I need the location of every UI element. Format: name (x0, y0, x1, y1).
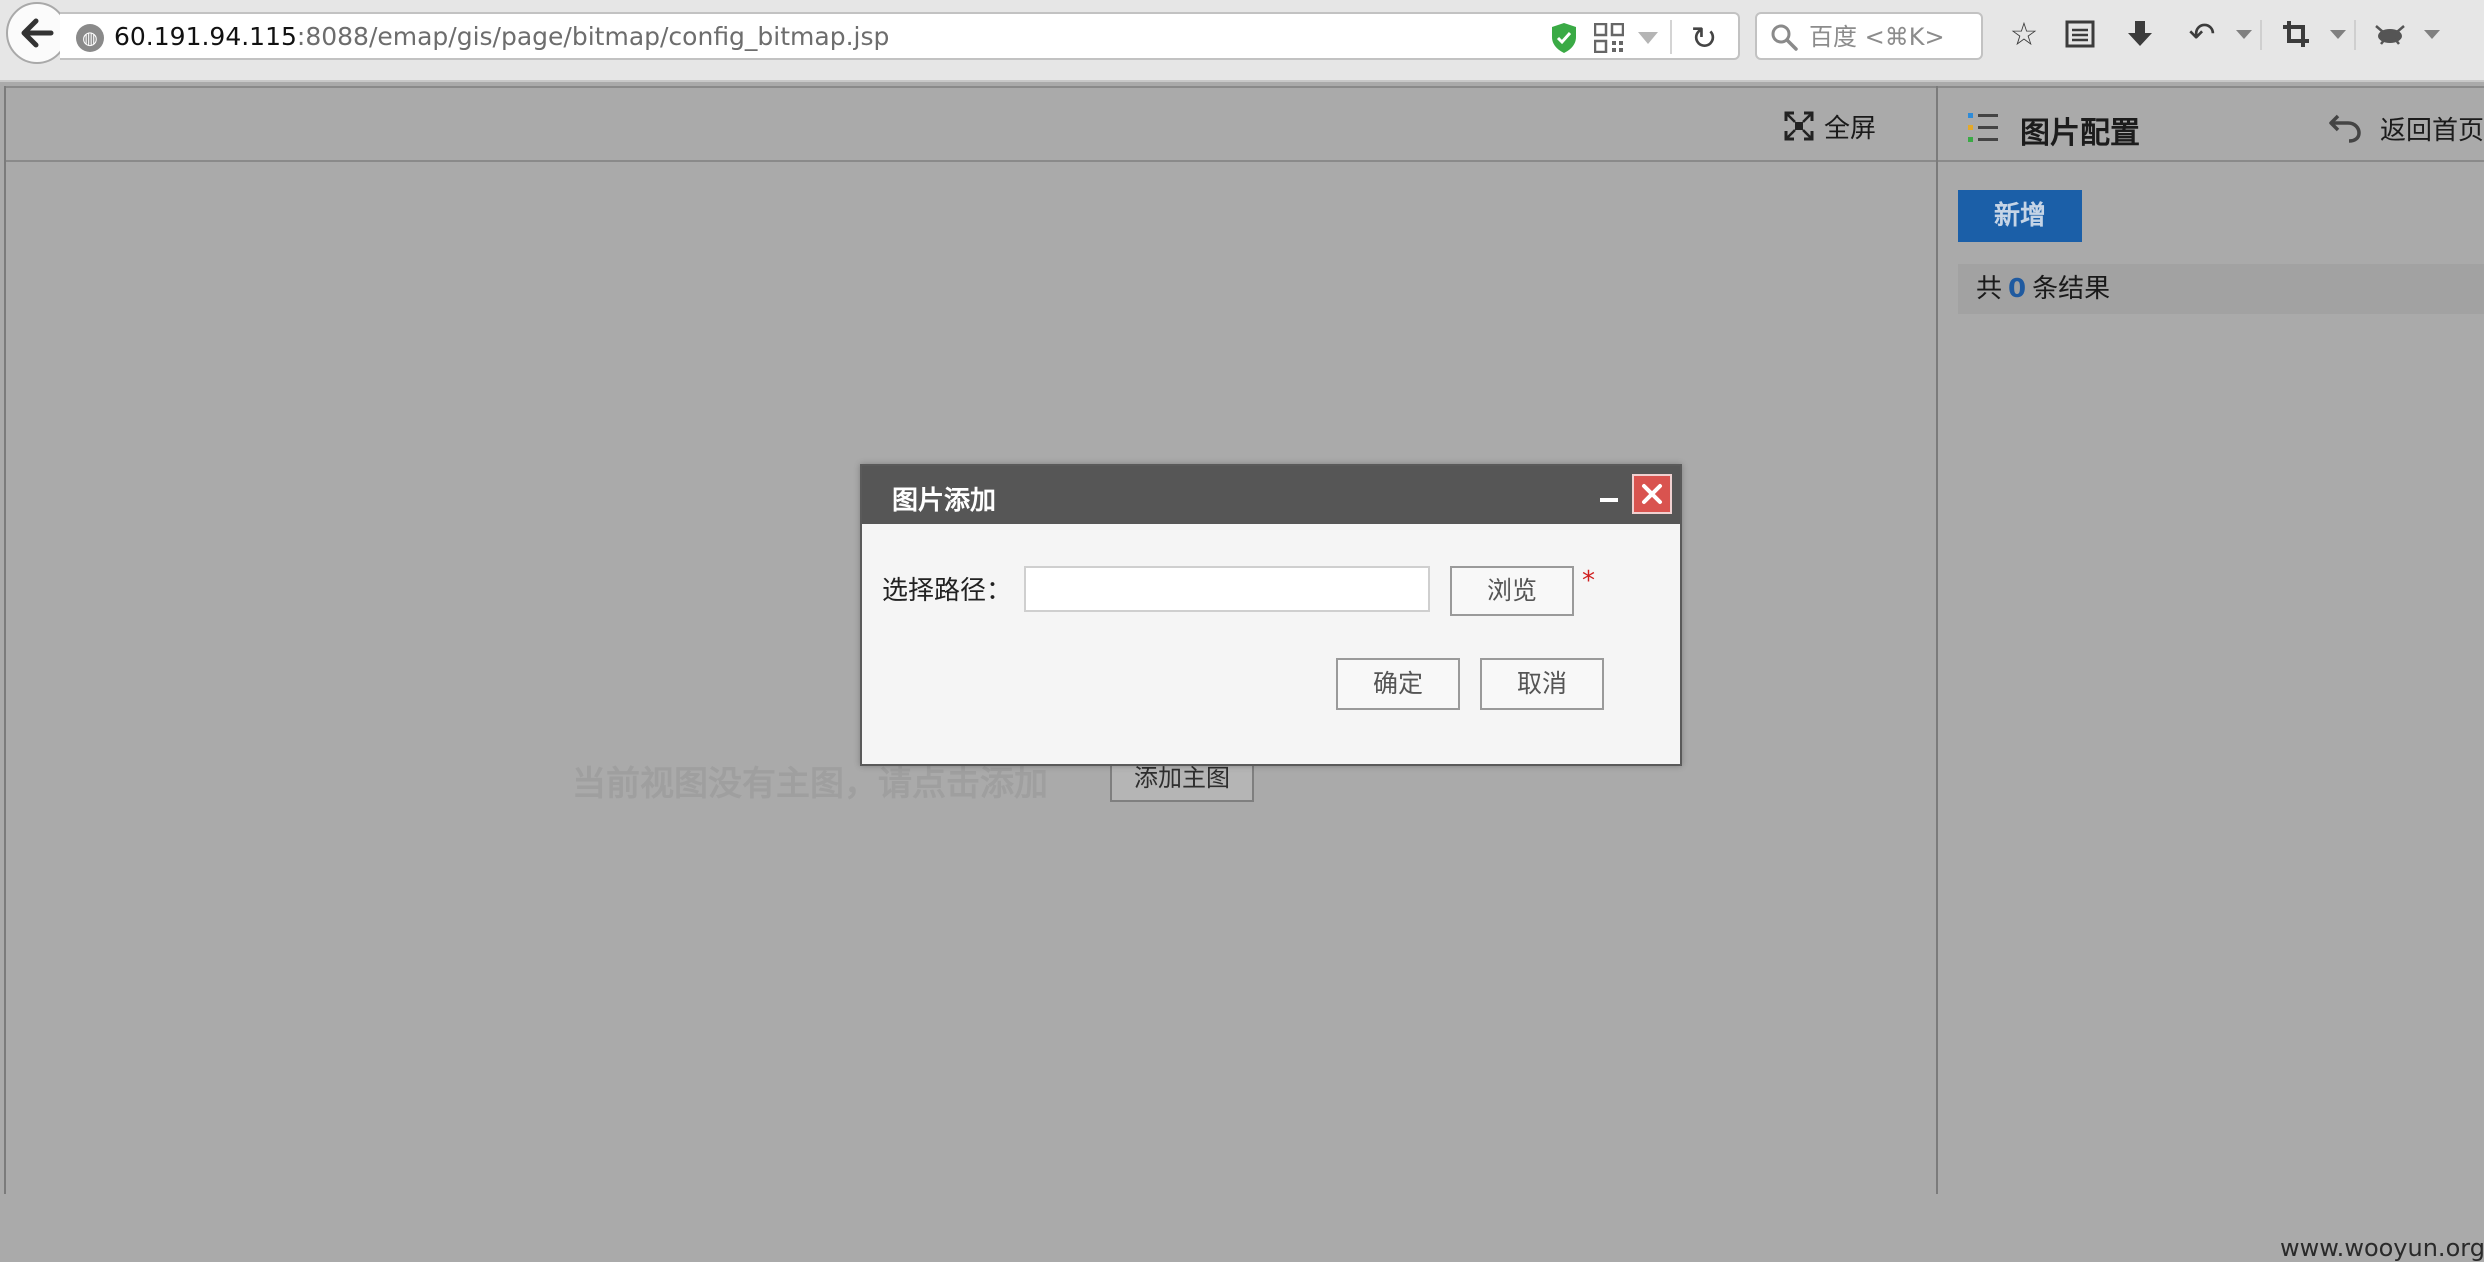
url-dropdown-icon[interactable] (1638, 32, 1658, 44)
panel-title: 图片配置 (2020, 116, 2140, 151)
fullscreen-icon (1784, 111, 1814, 141)
watermark: www.wooyun.org (2280, 1234, 2484, 1262)
extension-dropdown-icon[interactable] (2424, 30, 2440, 39)
result-count: 0 (2008, 274, 2027, 304)
back-home-label: 返回首页 (2380, 115, 2484, 146)
path-label: 选择路径： (882, 576, 1013, 606)
crop-icon[interactable] (2276, 14, 2316, 54)
reading-list-icon[interactable] (2060, 14, 2100, 54)
return-icon (2329, 114, 2361, 143)
qr-code-icon[interactable] (1594, 23, 1624, 53)
browse-button[interactable]: 浏览 (1450, 566, 1574, 616)
globe-icon: ◍ (76, 24, 104, 52)
result-suffix: 条结果 (2032, 274, 2111, 304)
side-panel: 图片配置 返回首页 新增 共 0 条结果 (1938, 86, 2484, 1194)
download-icon[interactable] (2120, 14, 2160, 54)
confirm-button[interactable]: 确定 (1336, 658, 1460, 710)
undo-history-icon[interactable]: ↶ (2182, 14, 2222, 54)
divider (2260, 20, 2262, 50)
history-dropdown-icon[interactable] (2236, 30, 2252, 39)
browser-toolbar: ◍ 60.191.94.115:8088/emap/gis/page/bitma… (0, 0, 2484, 82)
url-path: :8088/emap/gis/page/bitmap/config_bitmap… (296, 22, 890, 51)
result-summary: 共 0 条结果 (1958, 264, 2484, 314)
add-button[interactable]: 新增 (1958, 190, 2082, 242)
url-text[interactable]: 60.191.94.115:8088/emap/gis/page/bitmap/… (114, 22, 889, 52)
url-host: 60.191.94.115 (114, 22, 297, 51)
divider (1670, 20, 1672, 54)
dialog-header: 图片添加 (862, 466, 1680, 524)
image-add-dialog: 图片添加 选择路径： 浏览 * 确定 取消 (860, 464, 1682, 766)
divider (2354, 20, 2356, 50)
close-button[interactable] (1632, 474, 1672, 514)
search-icon (1771, 24, 1798, 51)
dialog-title: 图片添加 (892, 486, 997, 516)
list-icon (1968, 113, 1998, 142)
path-input[interactable] (1024, 566, 1430, 612)
side-panel-header: 图片配置 返回首页 (1938, 86, 2484, 162)
required-marker: * (1582, 566, 1595, 596)
fullscreen-button[interactable]: 全屏 (1784, 106, 1876, 146)
minimize-icon[interactable] (1600, 498, 1618, 502)
crop-dropdown-icon[interactable] (2330, 30, 2346, 39)
extension-icon[interactable] (2370, 14, 2410, 54)
address-bar[interactable]: ◍ 60.191.94.115:8088/emap/gis/page/bitma… (60, 12, 1740, 60)
result-prefix: 共 (1976, 274, 2003, 304)
bookmark-star-icon[interactable]: ☆ (2004, 14, 2044, 54)
back-button[interactable] (6, 2, 68, 64)
cancel-button[interactable]: 取消 (1480, 658, 1604, 710)
main-header: 全屏 (6, 86, 1940, 162)
shield-icon[interactable] (1550, 22, 1578, 54)
search-box[interactable]: 百度 <⌘K> (1755, 12, 1983, 60)
back-home-link[interactable]: 返回首页 (2328, 108, 2484, 148)
reload-icon[interactable]: ↻ (1686, 20, 1722, 56)
search-placeholder: 百度 <⌘K> (1809, 23, 1945, 51)
back-arrow-icon (21, 18, 54, 48)
fullscreen-label: 全屏 (1824, 113, 1877, 144)
close-icon (1642, 484, 1662, 504)
